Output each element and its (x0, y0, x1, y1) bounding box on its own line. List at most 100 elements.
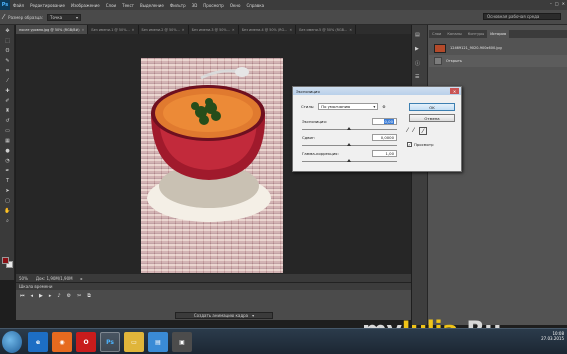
tab-channels[interactable]: Каналы (444, 30, 464, 38)
menu-filter[interactable]: Фильтр (167, 3, 189, 8)
slider-thumb[interactable] (347, 159, 351, 162)
menu-file[interactable]: Файл (10, 3, 27, 8)
marquee-tool-icon[interactable]: ⬚ (3, 38, 12, 45)
audio-icon[interactable]: ♪ (57, 293, 60, 299)
gamma-slider[interactable] (302, 159, 397, 162)
start-button[interactable] (2, 331, 22, 353)
menu-view[interactable]: Просмотр (200, 3, 227, 8)
dialog-titlebar[interactable]: Экспозиция ✕ (293, 87, 461, 95)
dodge-tool-icon[interactable]: ◔ (3, 158, 12, 165)
tab-document-5[interactable]: Без имени-4 @ 50% (RG... ✕ (239, 25, 297, 34)
history-snapshot[interactable]: 12469121_9020-900x600.jpg (429, 42, 567, 54)
type-tool-icon[interactable]: T (3, 178, 12, 185)
slider-thumb[interactable] (347, 127, 351, 130)
history-item-open[interactable]: Открыть (429, 55, 567, 67)
ie-icon[interactable]: e (28, 332, 48, 352)
prev-frame-icon[interactable]: ◂ (31, 293, 34, 299)
close-icon[interactable]: ✕ (82, 28, 85, 32)
zoom-tool-icon[interactable]: ⌕ (3, 218, 12, 225)
info-icon[interactable]: ⓘ (415, 60, 424, 67)
lasso-tool-icon[interactable]: ʘ (3, 48, 12, 55)
brush-tool-icon[interactable]: ✐ (3, 98, 12, 105)
close-icon[interactable]: ✕ (562, 1, 565, 6)
menu-edit[interactable]: Редактирование (27, 3, 68, 8)
menu-type[interactable]: Текст (119, 3, 137, 8)
white-eyedropper-icon[interactable]: ⁄ (419, 127, 428, 135)
stamp-tool-icon[interactable]: ♜ (3, 108, 12, 115)
menu-help[interactable]: Справка (243, 3, 267, 8)
cancel-button[interactable]: Отмена (409, 114, 455, 122)
opera-icon[interactable]: O (76, 332, 96, 352)
history-brush-icon[interactable]: ↺ (3, 118, 12, 125)
split-icon[interactable]: ✂ (77, 293, 81, 299)
close-icon[interactable]: ✕ (349, 28, 352, 32)
maximize-icon[interactable]: □ (555, 1, 559, 6)
preset-options-icon[interactable]: ⚙ (382, 104, 385, 109)
close-icon[interactable]: ✕ (289, 28, 292, 32)
settings-icon[interactable]: ⚙ (67, 293, 71, 299)
quick-select-tool-icon[interactable]: ✎ (3, 58, 12, 65)
gamma-input[interactable]: 1,00 (372, 150, 397, 157)
offset-input[interactable]: 0,0000 (372, 134, 397, 141)
minimize-icon[interactable]: – (550, 1, 552, 6)
black-eyedropper-icon[interactable]: ⁄ (407, 127, 408, 135)
exposure-slider[interactable] (302, 127, 397, 130)
next-frame-icon[interactable]: ▸ (49, 293, 52, 299)
tab-document-2[interactable]: Без имени-1 @ 50%... ✕ (88, 25, 139, 34)
tab-paths[interactable]: Контуры (465, 30, 487, 38)
arrow-right-icon[interactable]: ▸ (81, 276, 83, 281)
preview-checkbox[interactable]: ✓ (407, 142, 412, 147)
close-icon[interactable]: ✕ (450, 88, 459, 94)
close-icon[interactable]: ✕ (132, 28, 135, 32)
tab-document-3[interactable]: Без имени-2 @ 50%... ✕ (139, 25, 189, 34)
path-select-icon[interactable]: ➤ (3, 188, 12, 195)
sample-size-select[interactable]: Точка ▾ (47, 13, 82, 21)
close-icon[interactable]: ✕ (232, 28, 235, 32)
system-tray[interactable]: 10:08 27.03.2015 (541, 331, 564, 341)
ok-button[interactable]: OK (409, 103, 455, 111)
pen-tool-icon[interactable]: ✒ (3, 168, 12, 175)
healing-brush-icon[interactable]: ✚ (3, 88, 12, 95)
exposure-input[interactable]: 0,00 (372, 118, 397, 125)
close-icon[interactable]: ✕ (182, 28, 185, 32)
menu-3d[interactable]: 3D (189, 3, 201, 8)
menu-select[interactable]: Выделение (137, 3, 167, 8)
chevron-down-icon[interactable]: ▾ (252, 313, 254, 318)
eyedropper-icon[interactable]: ⁄ (3, 78, 12, 85)
tab-layers[interactable]: Слои (429, 30, 444, 38)
gradient-tool-icon[interactable]: ▦ (3, 138, 12, 145)
history-icon[interactable]: ▤ (415, 32, 424, 39)
eraser-tool-icon[interactable]: ▭ (3, 128, 12, 135)
menu-layers[interactable]: Слои (103, 3, 119, 8)
slider-thumb[interactable] (347, 143, 351, 146)
photoshop-taskbar-icon[interactable]: Ps (100, 332, 120, 352)
tab-history[interactable]: История (487, 30, 509, 38)
tab-document-6[interactable]: Без имени-5 @ 50% (RGB... ✕ (296, 25, 357, 34)
explorer-icon[interactable]: ▭ (124, 332, 144, 352)
gray-eyedropper-icon[interactable]: ⁄ (413, 127, 414, 135)
hand-tool-icon[interactable]: ✋ (3, 208, 12, 215)
offset-slider[interactable] (302, 143, 397, 146)
app-icon[interactable]: ▣ (172, 332, 192, 352)
menu-image[interactable]: Изображение (68, 3, 103, 8)
eyedropper-tool-icon[interactable]: ⁄ (3, 13, 4, 21)
blur-tool-icon[interactable]: ● (3, 148, 12, 155)
foreground-color-swatch[interactable] (2, 257, 9, 264)
preset-select[interactable]: По умолчанию ▾ (318, 103, 379, 110)
tab-document-4[interactable]: Без имени-3 @ 50%... ✕ (189, 25, 239, 34)
document-image[interactable] (141, 58, 283, 273)
menu-window[interactable]: Окно (227, 3, 244, 8)
play-icon[interactable]: ▶ (39, 293, 43, 299)
create-frame-animation-button[interactable]: Создать анимацию кадра ▾ (175, 312, 273, 319)
window-app-icon[interactable]: ▤ (148, 332, 168, 352)
shape-tool-icon[interactable]: ▢ (3, 198, 12, 205)
properties-icon[interactable]: ☰ (415, 74, 424, 81)
transition-icon[interactable]: ⧉ (87, 293, 91, 299)
move-tool-icon[interactable]: ✥ (3, 28, 12, 35)
actions-icon[interactable]: ▶ (415, 46, 424, 53)
zoom-level[interactable]: 50% (19, 276, 28, 281)
workspace-select[interactable]: Основная рабочая среда (483, 13, 561, 20)
firefox-icon[interactable]: ◉ (52, 332, 72, 352)
tab-document-1[interactable]: после уровня.jpg @ 50% (RGB/8#) ✕ (16, 25, 89, 34)
first-frame-icon[interactable]: ⏮ (20, 293, 25, 299)
